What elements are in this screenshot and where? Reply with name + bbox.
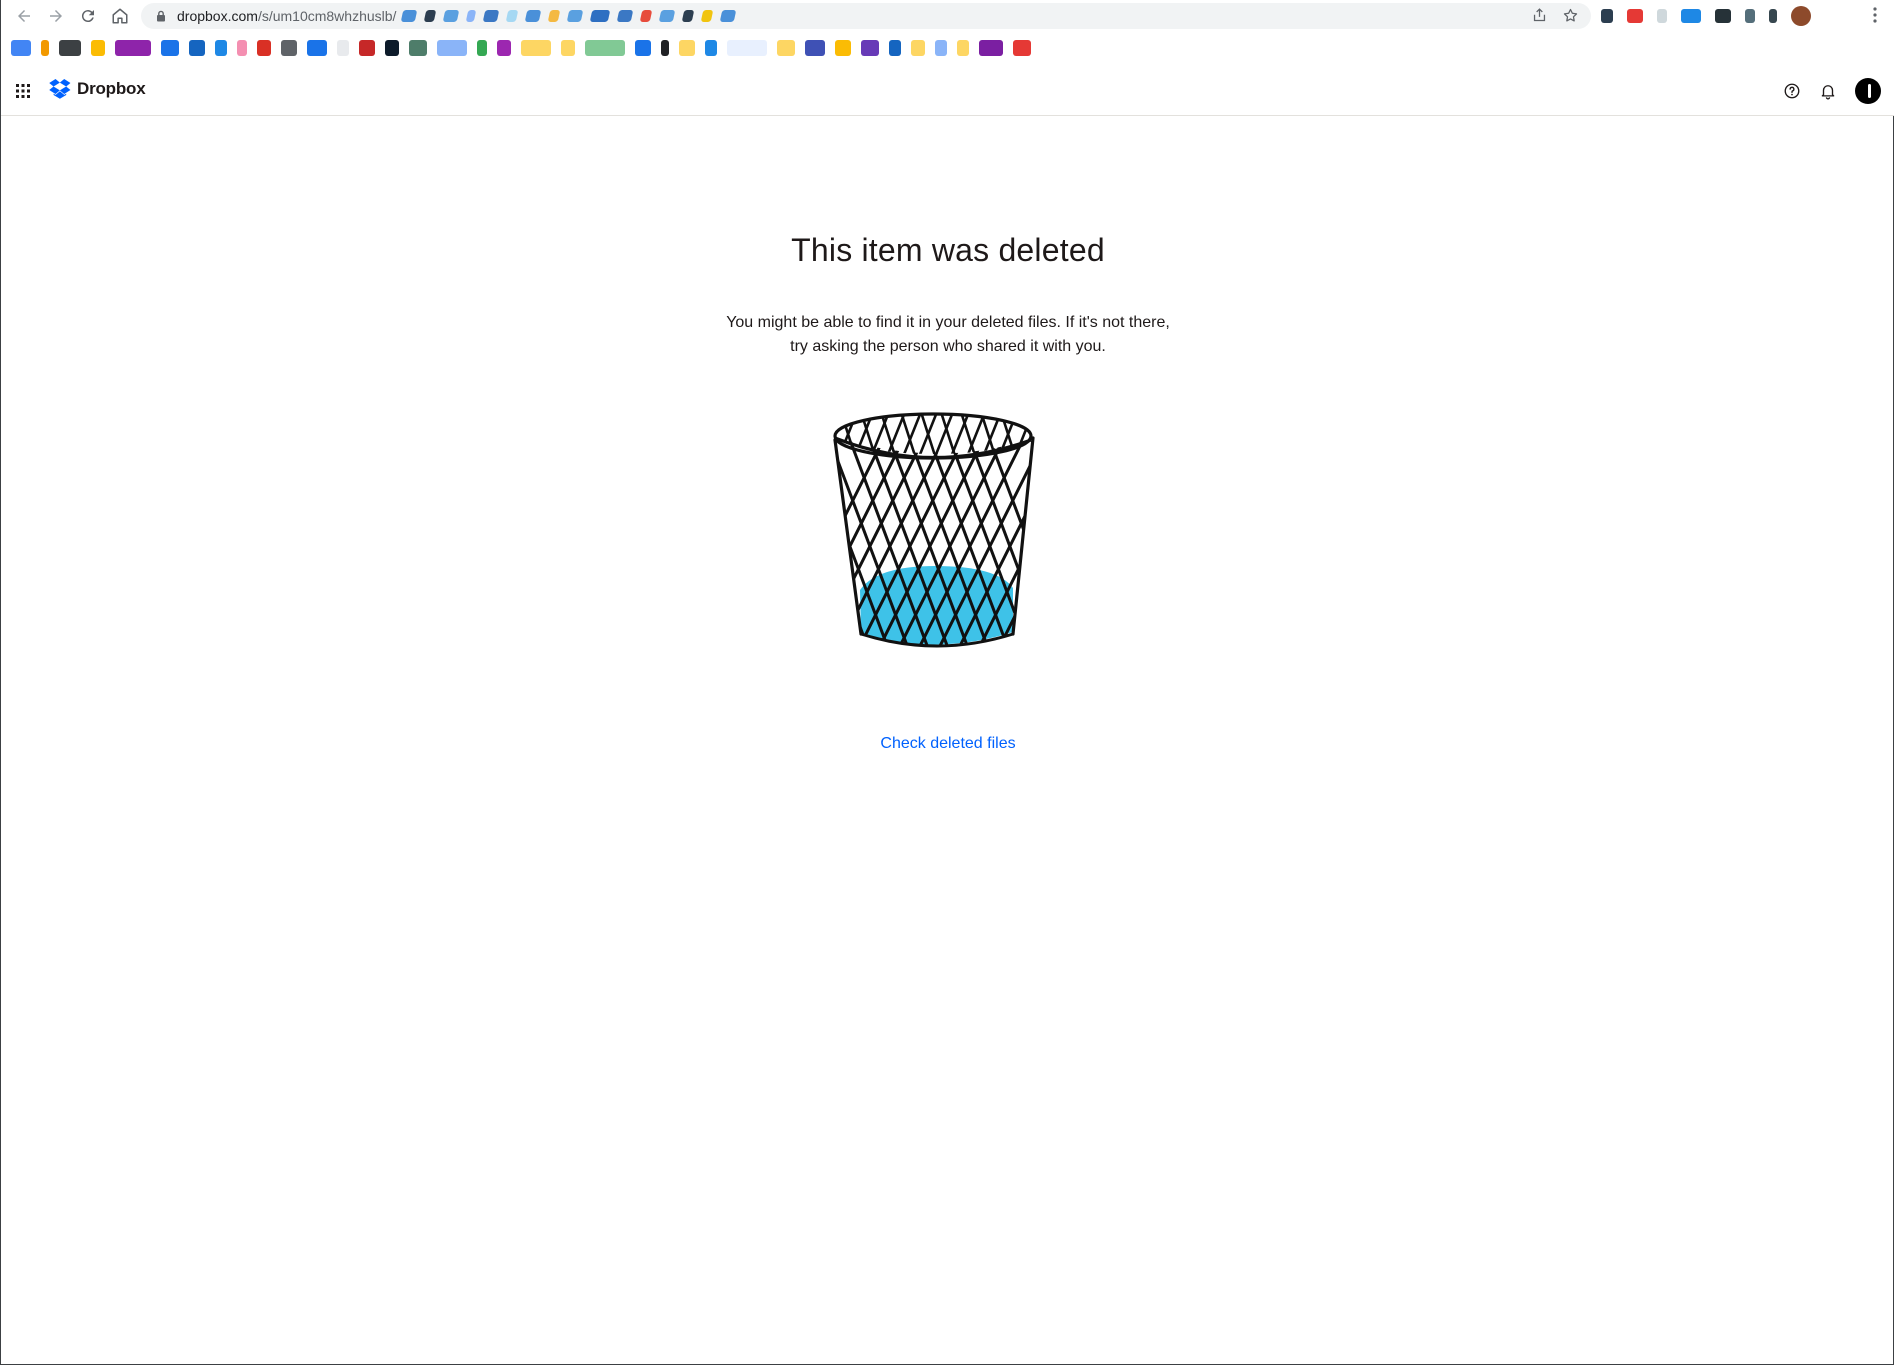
help-icon [1784, 83, 1800, 99]
bookmark-icon[interactable] [497, 40, 511, 56]
bookmark-icon[interactable] [777, 40, 795, 56]
bookmark-icon[interactable] [59, 40, 81, 56]
description-line-1: You might be able to find it in your del… [726, 314, 1170, 331]
notifications-button[interactable] [1819, 82, 1837, 100]
brand-link[interactable]: Dropbox [49, 79, 146, 99]
bookmark-icon[interactable] [215, 40, 227, 56]
bookmark-icon[interactable] [679, 40, 695, 56]
extension-icon[interactable] [1601, 9, 1613, 23]
bookmark-icon[interactable] [861, 40, 879, 56]
back-arrow-icon [18, 10, 30, 22]
omnibox-actions [1531, 7, 1579, 24]
bookmark-icon[interactable] [585, 40, 625, 56]
forward-arrow-icon [50, 10, 62, 22]
url-host: dropbox.com [177, 8, 258, 24]
bookmark-icon[interactable] [979, 40, 1003, 56]
bookmark-icon[interactable] [935, 40, 947, 56]
bookmark-icon[interactable] [307, 40, 327, 56]
bookmark-icon[interactable] [359, 40, 375, 56]
extension-icon[interactable] [1657, 9, 1667, 23]
back-button[interactable] [9, 1, 39, 31]
browser-toolbar: dropbox.com/s/um10cm8whzhuslb/ [1, 0, 1894, 66]
bookmark-icon[interactable] [91, 40, 105, 56]
bookmark-icon[interactable] [661, 40, 669, 56]
dropbox-logo-icon [49, 79, 71, 99]
bookmark-icon[interactable] [41, 40, 49, 56]
bookmark-icon[interactable] [705, 40, 717, 56]
bookmark-icon[interactable] [911, 40, 925, 56]
share-icon[interactable] [1531, 7, 1548, 24]
bookmark-icon[interactable] [1013, 40, 1031, 56]
bell-icon [1821, 85, 1835, 100]
bookmark-icon[interactable] [409, 40, 427, 56]
bookmark-icon[interactable] [337, 40, 349, 56]
bookmark-icon[interactable] [561, 40, 575, 56]
lock-icon [157, 10, 165, 22]
url-path: /s/um10cm8whzhuslb/ [257, 8, 397, 24]
profile-avatar[interactable] [1791, 6, 1811, 26]
address-bar[interactable]: dropbox.com/s/um10cm8whzhuslb/ [141, 3, 1591, 29]
bookmark-icon[interactable] [835, 40, 851, 56]
forward-button[interactable] [41, 1, 71, 31]
bookmark-icon[interactable] [189, 40, 205, 56]
url-text: dropbox.com/s/um10cm8whzhuslb/ [177, 8, 396, 24]
extension-icon[interactable] [1715, 9, 1731, 23]
page-title: This item was deleted [791, 232, 1105, 268]
description-line-2: try asking the person who shared it with… [790, 338, 1106, 355]
bookmark-icon[interactable] [521, 40, 551, 56]
bookmark-icon[interactable] [805, 40, 825, 56]
brand-name: Dropbox [77, 79, 146, 98]
app-header: Dropbox [1, 66, 1894, 116]
bookmark-icon[interactable] [957, 40, 969, 56]
redacted-region [401, 7, 737, 25]
bookmark-icon[interactable] [11, 40, 31, 56]
bookmark-icon[interactable] [889, 40, 901, 56]
home-button[interactable] [105, 1, 135, 31]
kebab-menu-icon [1873, 7, 1877, 23]
home-icon [112, 8, 128, 24]
help-button[interactable] [1783, 82, 1801, 100]
extensions-bar [1601, 6, 1811, 26]
check-deleted-files-link[interactable]: Check deleted files [880, 735, 1015, 752]
browser-menu-button[interactable] [1873, 7, 1877, 28]
bookmark-icon[interactable] [161, 40, 179, 56]
bookmarks-bar [1, 34, 1894, 62]
bookmark-icon[interactable] [257, 40, 271, 56]
bookmark-icon[interactable] [385, 40, 399, 56]
page-description: You might be able to find it in your del… [648, 311, 1248, 359]
star-icon[interactable] [1562, 7, 1579, 24]
extension-icon[interactable] [1681, 9, 1701, 23]
main-content: This item was deleted You might be able … [1, 116, 1894, 1356]
bookmark-icon[interactable] [477, 40, 487, 56]
extension-icon[interactable] [1627, 9, 1643, 23]
header-actions [1783, 78, 1881, 104]
avatar[interactable] [1855, 78, 1881, 104]
app-grid-icon[interactable] [15, 83, 31, 99]
extension-icon[interactable] [1745, 9, 1755, 23]
cta-container: Check deleted files [1, 735, 1894, 753]
reload-icon [81, 10, 94, 23]
bookmark-icon[interactable] [635, 40, 651, 56]
bookmark-icon[interactable] [237, 40, 247, 56]
bookmark-icon[interactable] [437, 40, 467, 56]
reload-button[interactable] [73, 1, 103, 31]
extension-icon[interactable] [1769, 9, 1777, 23]
trash-bin-illustration [833, 412, 1035, 648]
bookmark-icon[interactable] [727, 40, 767, 56]
bookmark-icon[interactable] [115, 40, 151, 56]
window-frame: dropbox.com/s/um10cm8whzhuslb/ Dropbox T… [0, 0, 1894, 1365]
bookmark-icon[interactable] [281, 40, 297, 56]
